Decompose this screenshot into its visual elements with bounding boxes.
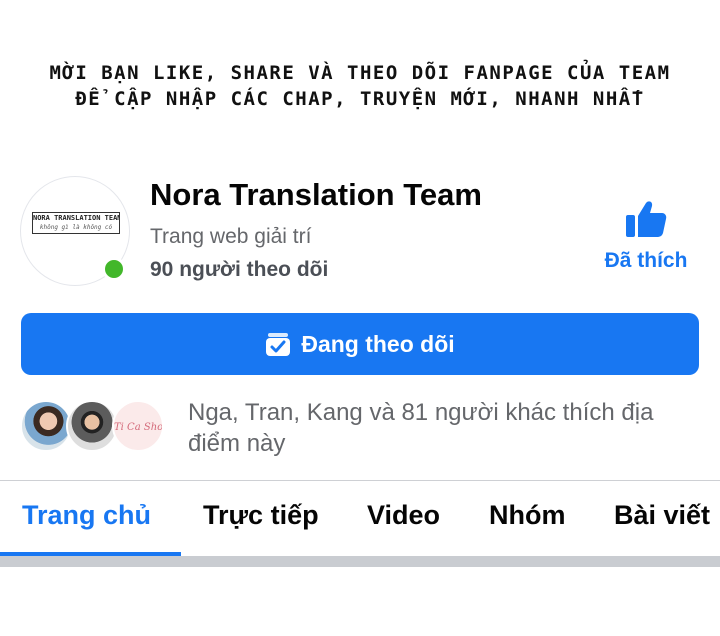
divider: [0, 480, 720, 481]
tab-video[interactable]: Video: [367, 500, 440, 531]
online-status-dot: [102, 257, 126, 281]
page-category: Trang web giải trí: [150, 225, 312, 248]
friend-avatar-logo-text: Ti Ca Shop: [114, 422, 164, 433]
like-label: Đã thích: [604, 249, 688, 272]
section-separator: [0, 556, 720, 567]
friends-like-summary[interactable]: Nga, Tran, Kang và 81 người khác thích đ…: [188, 397, 698, 459]
promo-banner: MỜI BẠN LIKE, SHARE VÀ THEO DÕI FANPAGE …: [0, 60, 720, 112]
page-logo-title: NORA TRANSLATION TEAM: [33, 214, 120, 222]
page-title[interactable]: Nora Translation Team: [150, 177, 482, 213]
banner-line-2: ĐỂ CẬP NHẬP CÁC CHAP, TRUYỆN MỚI, NHANH …: [75, 88, 645, 110]
banner-line-1: MỜI BẠN LIKE, SHARE VÀ THEO DÕI FANPAGE …: [49, 62, 671, 84]
friends-avatars[interactable]: Ti Ca Shop: [20, 396, 180, 460]
page-tabs: Trang chủ Trực tiếp Video Nhóm Bài viết: [0, 500, 720, 556]
friend-avatar: Ti Ca Shop: [112, 400, 164, 452]
thumbs-up-icon: [626, 201, 667, 237]
following-button[interactable]: Đang theo dõi: [21, 313, 699, 375]
tab-posts[interactable]: Bài viết: [614, 500, 710, 531]
tab-home[interactable]: Trang chủ: [22, 500, 151, 531]
following-button-label: Đang theo dõi: [301, 330, 455, 357]
follower-count[interactable]: 90 người theo dõi: [150, 258, 328, 282]
page-logo-subtitle: không gì là không có: [39, 224, 113, 231]
tab-live[interactable]: Trực tiếp: [203, 500, 319, 531]
friend-avatar: [20, 400, 72, 452]
tab-groups[interactable]: Nhóm: [489, 500, 566, 531]
like-button[interactable]: Đã thích: [594, 195, 698, 280]
page-logo: NORA TRANSLATION TEAM không gì là không …: [32, 212, 120, 234]
following-check-icon: [266, 333, 291, 356]
friend-avatar: [66, 400, 118, 452]
